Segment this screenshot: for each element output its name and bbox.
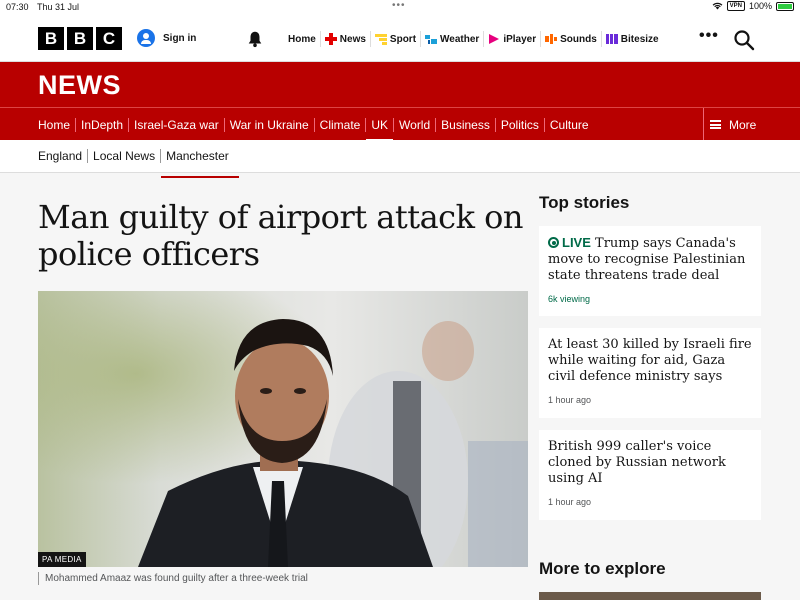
section-tab-climate[interactable]: Climate — [313, 117, 366, 132]
live-label: LIVE — [562, 235, 591, 250]
story-title: British 999 caller's voice cloned by Rus… — [548, 439, 726, 486]
section-nav: Home InDepth Israel-Gaza war War in Ukra… — [0, 107, 800, 142]
section-tab-ukraine[interactable]: War in Ukraine — [223, 117, 314, 132]
news-icon — [324, 33, 337, 45]
nav-link-iplayer[interactable]: iPlayer — [483, 31, 540, 47]
section-tab-culture[interactable]: Culture — [543, 117, 594, 132]
nav-link-label: Sport — [389, 33, 417, 45]
nav-link-bitesize[interactable]: Bitesize — [600, 31, 663, 47]
story-meta: 6k viewing — [548, 294, 591, 304]
section-tab-uk[interactable]: UK — [365, 117, 393, 142]
nav-link-label: Bitesize — [620, 33, 659, 45]
section-tab-israel-gaza[interactable]: Israel-Gaza war — [128, 117, 224, 132]
top-story-card[interactable]: At least 30 killed by Israeli fire while… — [539, 328, 761, 418]
section-tab-home[interactable]: Home — [33, 118, 75, 132]
iplayer-icon — [489, 34, 500, 44]
nav-link-news[interactable]: News — [319, 31, 370, 47]
explore-thumbnail[interactable] — [539, 592, 761, 600]
image-caption: Mohammed Amaaz was found guilty after a … — [38, 572, 308, 585]
more-menu-button[interactable]: ••• — [699, 27, 719, 45]
sounds-icon — [545, 34, 558, 44]
weather-icon — [425, 35, 438, 44]
hamburger-icon — [710, 120, 721, 129]
story-title: At least 30 killed by Israeli fire while… — [548, 337, 752, 384]
nav-link-label: Home — [288, 33, 316, 45]
sub-nav: England Local News Manchester — [0, 140, 800, 178]
status-bar: 07:30 Thu 31 Jul ••• VPN 100% — [0, 0, 800, 14]
article-hero-image: PA MEDIA — [38, 291, 528, 567]
subnav-local-news[interactable]: Local News — [87, 149, 160, 163]
multitask-dots-icon[interactable]: ••• — [392, 0, 406, 11]
section-tab-world[interactable]: World — [393, 117, 435, 132]
logo-letter: C — [96, 27, 122, 50]
search-icon[interactable] — [733, 29, 755, 51]
story-meta: 1 hour ago — [548, 497, 592, 507]
status-time: 07:30 — [6, 2, 29, 12]
nav-link-sounds[interactable]: Sounds — [540, 31, 601, 47]
live-icon — [548, 237, 559, 248]
logo-letter: B — [67, 27, 93, 50]
image-credit: PA MEDIA — [38, 552, 86, 567]
bbc-logo[interactable]: B B C — [38, 27, 122, 50]
battery-percent: 100% — [748, 1, 772, 11]
nav-link-home[interactable]: Home — [280, 31, 320, 47]
top-stories-heading: Top stories — [539, 193, 630, 212]
nav-link-sport[interactable]: Sport — [369, 31, 420, 47]
notifications-bell-icon[interactable] — [246, 30, 264, 48]
nav-link-label: Weather — [440, 33, 480, 45]
section-tab-business[interactable]: Business — [435, 117, 495, 132]
battery-icon — [776, 1, 794, 11]
nav-link-weather[interactable]: Weather — [420, 31, 483, 47]
section-more-label: More — [729, 117, 757, 132]
vpn-badge: VPN — [726, 1, 745, 11]
section-tab-indepth[interactable]: InDepth — [75, 117, 128, 132]
global-nav: B B C Sign in Home News Sport Weather iP… — [0, 14, 800, 62]
sport-icon — [374, 34, 387, 45]
section-tab-politics[interactable]: Politics — [494, 117, 544, 132]
nav-link-label: Sounds — [560, 33, 597, 45]
more-to-explore-heading: More to explore — [539, 559, 666, 578]
section-nav-items: Home InDepth Israel-Gaza war War in Ukra… — [33, 108, 594, 142]
news-brand-title[interactable]: NEWS — [38, 70, 121, 101]
bitesize-icon — [605, 34, 618, 44]
section-more-button[interactable]: More — [703, 108, 756, 141]
top-story-card[interactable]: LIVE Trump says Canada's move to recogni… — [539, 226, 761, 316]
logo-letter: B — [38, 27, 64, 50]
story-meta: 1 hour ago — [548, 395, 592, 405]
subnav-manchester[interactable]: Manchester — [160, 149, 239, 178]
sign-in-button[interactable]: Sign in — [137, 29, 196, 47]
news-banner: NEWS — [0, 62, 800, 107]
global-nav-links: Home News Sport Weather iPlayer Sounds B… — [280, 31, 663, 47]
user-icon — [137, 29, 155, 47]
sign-in-label: Sign in — [163, 32, 197, 44]
subnav-england[interactable]: England — [33, 149, 87, 163]
wifi-icon — [712, 2, 723, 10]
hero-photo — [38, 291, 528, 567]
article-headline: Man guilty of airport attack on police o… — [38, 198, 524, 273]
status-date: Thu 31 Jul — [37, 2, 80, 12]
top-story-card[interactable]: British 999 caller's voice cloned by Rus… — [539, 430, 761, 520]
nav-link-label: iPlayer — [503, 33, 537, 45]
nav-link-label: News — [339, 33, 366, 45]
